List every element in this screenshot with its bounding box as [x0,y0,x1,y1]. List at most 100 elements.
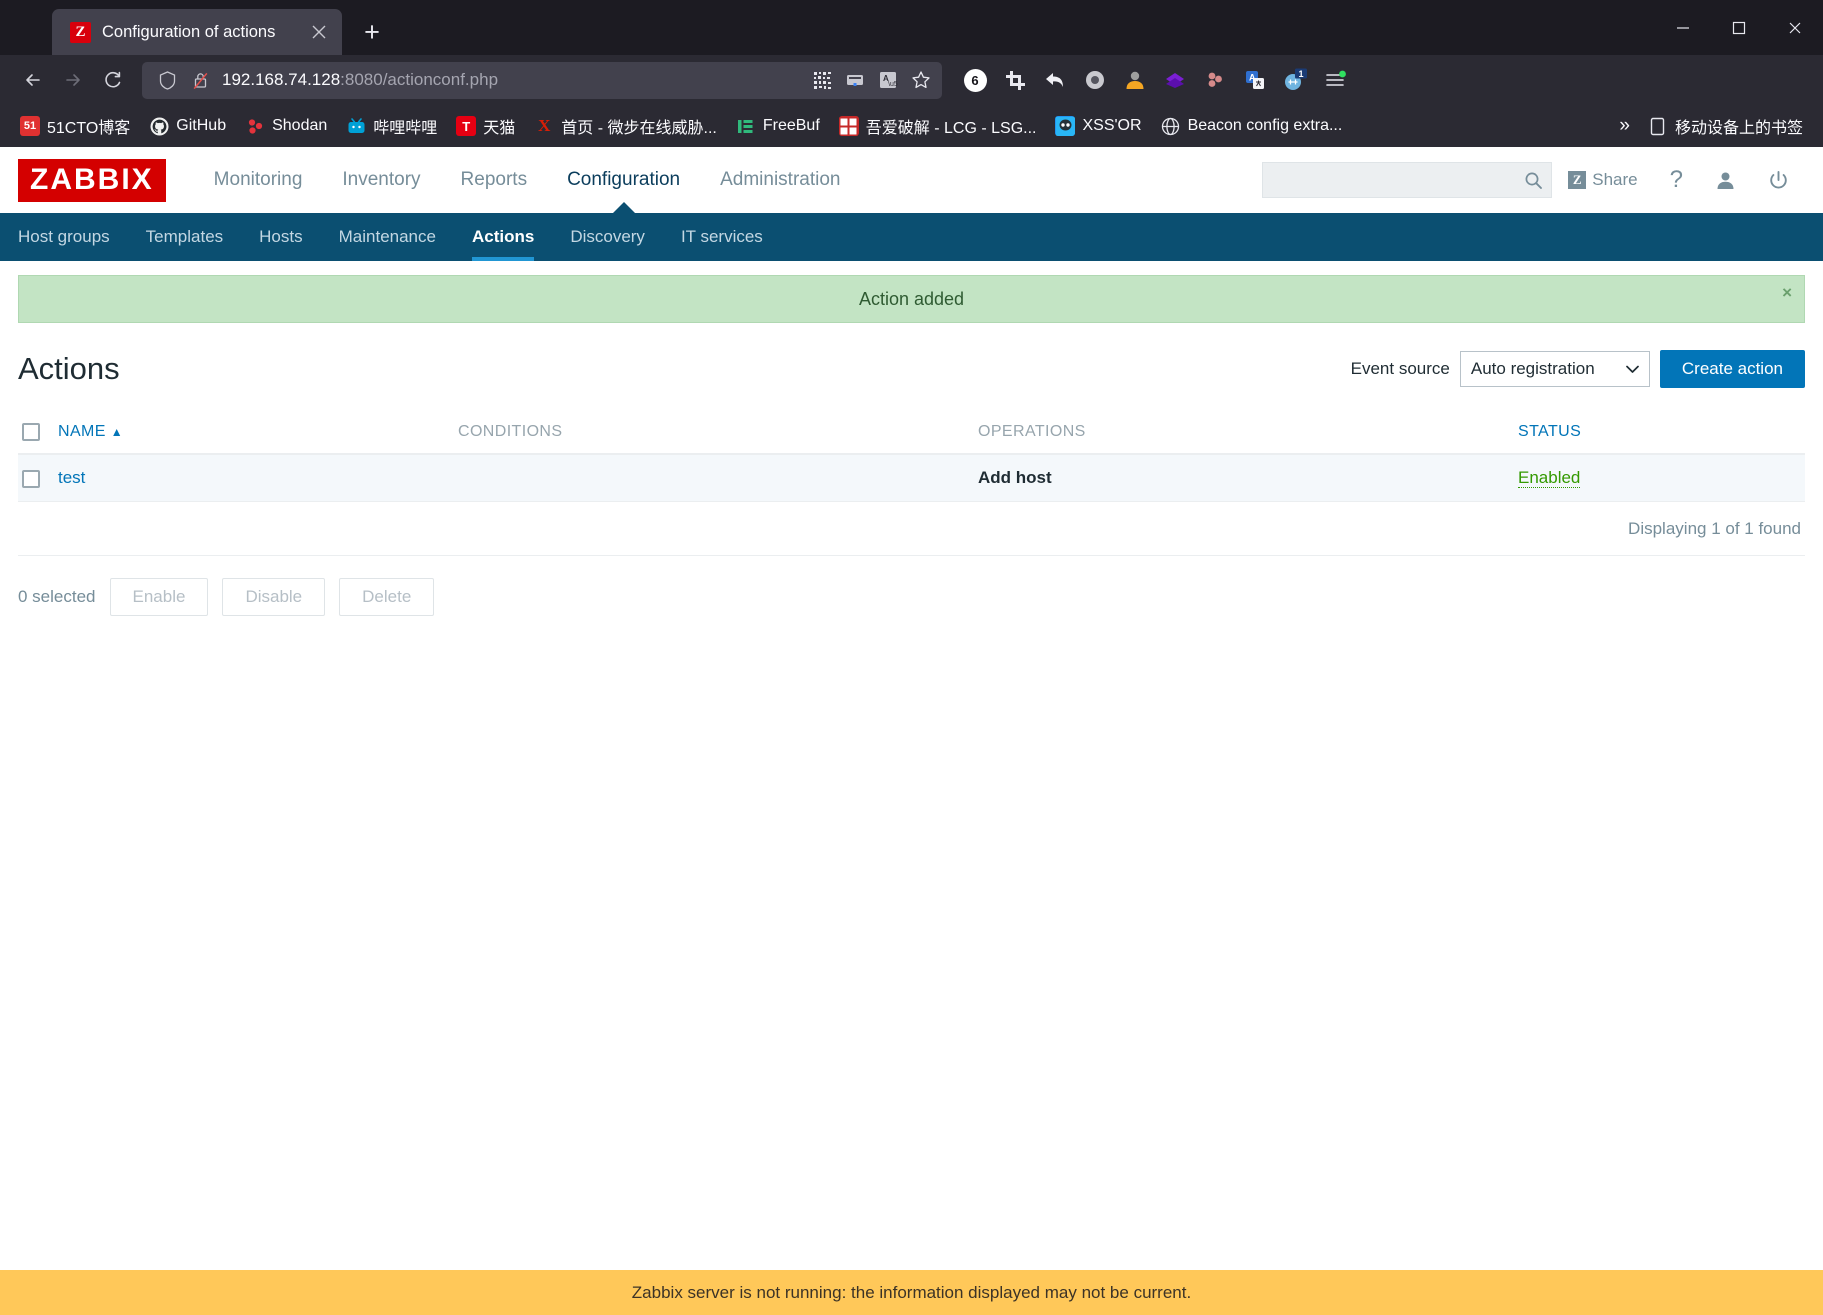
close-icon[interactable]: × [1782,283,1792,303]
bookmark-51cto[interactable]: 51 51CTO博客 [12,110,138,142]
zabbix-page: ZABBIX Monitoring Inventory Reports Conf… [0,147,1823,1315]
browser-window: Z Configuration of actions + 192.168.74.… [0,0,1823,1315]
bookmarks-overflow-chevron-icon[interactable]: » [1609,115,1640,137]
bookmark-star-icon[interactable] [910,69,932,91]
back-icon[interactable] [14,61,52,99]
bookmark-shodan[interactable]: Shodan [237,112,335,140]
zabbix-logo[interactable]: ZABBIX [18,158,166,202]
nav-inventory[interactable]: Inventory [322,147,440,213]
shield-icon[interactable] [156,69,178,91]
app-menu-button[interactable] [1316,61,1354,99]
51cto-icon: 51 [20,116,40,136]
bookmarks-bar: 51 51CTO博客 GitHub Shodan 哔哩哔哩 T 天猫 X 首页 … [0,105,1823,147]
window-controls [1655,0,1823,55]
save-to-pocket-icon[interactable] [844,69,866,91]
success-message-text: Action added [858,288,965,309]
record-circle-extension[interactable] [1076,61,1114,99]
cell-name: test [54,454,454,503]
qr-code-icon[interactable] [811,69,833,91]
event-source-select[interactable]: Auto registration [1459,351,1650,387]
svg-text:1: 1 [1298,69,1303,79]
bookmark-label: Beacon config extra... [1187,117,1343,134]
cell-operations: Add host [974,454,1514,503]
undo-arrow-extension[interactable] [1036,61,1074,99]
screenshot-crop-extension[interactable] [996,61,1034,99]
bookmark-xssor[interactable]: XSS'OR [1047,112,1149,140]
counter-badge-extension[interactable]: 6 [956,61,994,99]
header-right-area: Z Share ? [1262,147,1805,213]
help-button[interactable]: ? [1654,147,1699,213]
table-header-row: NAME ▲ CONDITIONS OPERATIONS STATUS [18,413,1805,456]
row-select-cell[interactable] [18,454,54,503]
select-all-header[interactable] [18,413,54,456]
new-tab-button[interactable]: + [352,12,392,52]
nav-configuration[interactable]: Configuration [547,147,700,213]
github-icon [149,116,169,136]
global-search[interactable] [1262,162,1553,198]
nav-monitoring[interactable]: Monitoring [194,147,323,213]
action-name-link[interactable]: test [58,468,85,487]
bookmark-weibu[interactable]: X 首页 - 微步在线威胁... [526,110,725,142]
nav-administration[interactable]: Administration [700,147,860,213]
bookmark-label: 天猫 [483,120,516,137]
row-checkbox[interactable] [22,469,40,488]
subnav-it-services[interactable]: IT services [663,213,781,261]
column-header-name[interactable]: NAME ▲ [54,413,454,456]
bookmark-52pojie[interactable]: 吾爱破解 - LCG - LSG... [831,110,1045,142]
close-icon[interactable] [306,19,332,45]
column-header-name-label: NAME [58,423,106,441]
bookmark-bilibili[interactable]: 哔哩哔哩 [338,110,445,142]
actions-table: NAME ▲ CONDITIONS OPERATIONS STATUS test… [18,413,1805,503]
subnav-host-groups[interactable]: Host groups [18,213,128,261]
blue-badge-extension[interactable]: 1 [1276,61,1314,99]
minimize-icon[interactable] [1655,0,1711,55]
create-action-button[interactable]: Create action [1659,350,1805,388]
person-orange-extension[interactable] [1116,61,1154,99]
bookmark-label: XSS'OR [1082,117,1142,134]
share-button[interactable]: Z Share [1552,147,1653,213]
share-label: Share [1592,170,1638,189]
bookmark-freebuf[interactable]: FreeBuf [728,112,828,140]
extensions-area: 6 A 1 [956,61,1354,99]
subnav-discovery[interactable]: Discovery [552,213,663,261]
subnav-hosts[interactable]: Hosts [241,213,320,261]
chevron-down-icon [1626,365,1639,374]
status-badge[interactable]: Enabled [1518,468,1581,489]
bookmark-mobile-folder[interactable]: 移动设备上的书签 [1640,110,1811,142]
subnav-templates[interactable]: Templates [128,213,241,261]
delete-button[interactable]: Delete [339,578,435,617]
purple-diamond-extension[interactable] [1156,61,1194,99]
maximize-icon[interactable] [1711,0,1767,55]
event-source-label: Event source [1350,359,1450,378]
nav-reports[interactable]: Reports [441,147,548,213]
xssor-icon [1055,116,1076,136]
bookmark-label: 移动设备上的书签 [1674,120,1803,137]
selected-count: 0 selected [18,587,96,607]
address-bar[interactable]: 192.168.74.128:8080/actionconf.php A\u5b… [142,61,942,99]
subnav-maintenance[interactable]: Maintenance [321,213,454,261]
lock-crossed-icon[interactable] [189,69,211,91]
zabbix-header: ZABBIX Monitoring Inventory Reports Conf… [0,147,1823,213]
search-input[interactable] [1271,171,1525,189]
forward-icon[interactable] [54,61,92,99]
translate-icon[interactable]: A\u5b57 [877,69,899,91]
bookmark-beacon-config[interactable]: Beacon config extra... [1153,112,1351,140]
browser-tab-active[interactable]: Z Configuration of actions [52,9,342,55]
select-all-checkbox[interactable] [22,423,40,441]
cell-status: Enabled [1514,454,1805,503]
red-dots-extension[interactable] [1196,61,1234,99]
bookmark-label: FreeBuf [762,117,820,134]
reload-icon[interactable] [94,61,132,99]
disable-button[interactable]: Disable [222,578,326,617]
bookmark-tmall[interactable]: T 天猫 [448,110,523,142]
column-header-status[interactable]: STATUS [1514,413,1805,456]
window-close-icon[interactable] [1767,0,1823,55]
main-navigation: Monitoring Inventory Reports Configurati… [194,147,861,213]
translate-extension[interactable]: A [1236,61,1274,99]
bookmark-github[interactable]: GitHub [141,112,234,140]
search-icon[interactable] [1524,171,1543,190]
enable-button[interactable]: Enable [109,578,209,617]
subnav-actions[interactable]: Actions [454,213,552,261]
user-profile-button[interactable] [1699,147,1752,213]
signout-button[interactable] [1752,147,1805,213]
